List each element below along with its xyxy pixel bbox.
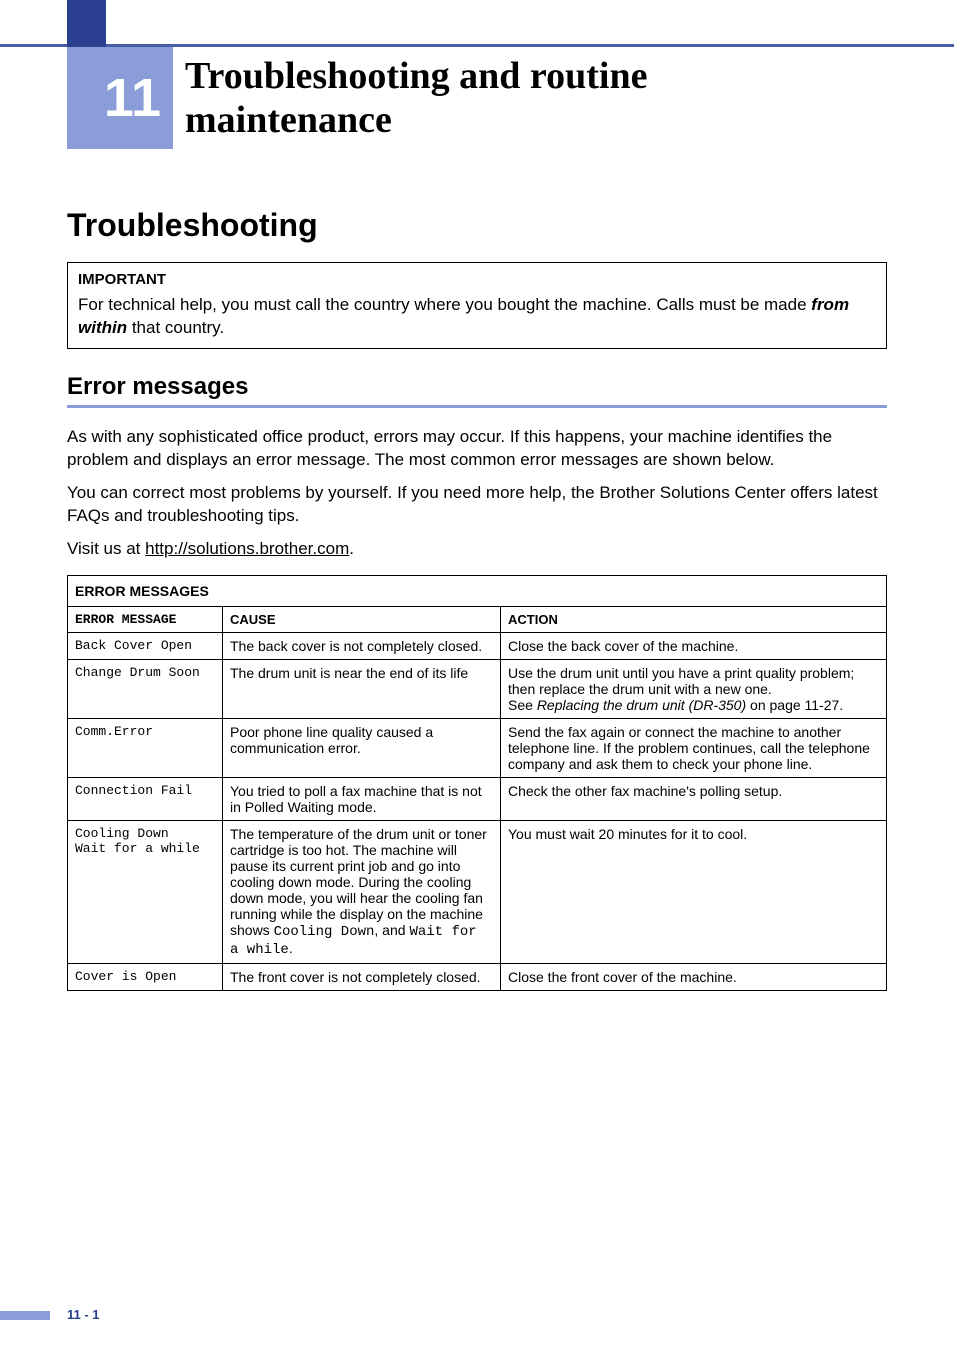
cell-message: Cooling Down Wait for a while bbox=[68, 820, 223, 963]
cell-cause: Poor phone line quality caused a communi… bbox=[223, 718, 501, 777]
header-action: ACTION bbox=[501, 606, 887, 632]
header-cause: CAUSE bbox=[223, 606, 501, 632]
cause-mono1: Cooling Down bbox=[274, 924, 375, 940]
table-row: Back Cover Open The back cover is not co… bbox=[68, 632, 887, 659]
paragraph-3: Visit us at http://solutions.brother.com… bbox=[67, 538, 887, 561]
cell-cause: You tried to poll a fax machine that is … bbox=[223, 777, 501, 820]
cell-message: Back Cover Open bbox=[68, 632, 223, 659]
cell-message: Connection Fail bbox=[68, 777, 223, 820]
cell-action: Close the front cover of the machine. bbox=[501, 963, 887, 990]
cell-action: Close the back cover of the machine. bbox=[501, 632, 887, 659]
important-text-part2: that country. bbox=[127, 318, 224, 337]
chapter-title-line1: Troubleshooting and routine bbox=[185, 55, 647, 97]
cell-message: Comm.Error bbox=[68, 718, 223, 777]
cell-action: Check the other fax machine's polling se… bbox=[501, 777, 887, 820]
message-line2: Wait for a while bbox=[75, 841, 200, 856]
para3-prefix: Visit us at bbox=[67, 539, 145, 558]
error-messages-table: ERROR MESSAGES ERROR MESSAGE CAUSE ACTIO… bbox=[67, 575, 887, 991]
top-bar bbox=[0, 0, 954, 47]
chapter-header: 11 Troubleshooting and routine maintenan… bbox=[0, 47, 954, 149]
important-label: IMPORTANT bbox=[78, 271, 876, 288]
cell-action: Send the fax again or connect the machin… bbox=[501, 718, 887, 777]
header-message: ERROR MESSAGE bbox=[68, 606, 223, 632]
para3-suffix: . bbox=[349, 539, 354, 558]
page-footer: 11 - 1 bbox=[0, 1306, 954, 1320]
table-row: Cover is Open The front cover is not com… bbox=[68, 963, 887, 990]
chapter-title-line2: maintenance bbox=[185, 99, 392, 141]
paragraph-1: As with any sophisticated office product… bbox=[67, 426, 887, 472]
cell-action: You must wait 20 minutes for it to cool. bbox=[501, 820, 887, 963]
page-number: 11 - 1 bbox=[67, 1307, 100, 1322]
cause-part1: The temperature of the drum unit or tone… bbox=[230, 826, 487, 938]
table-caption: ERROR MESSAGES bbox=[68, 575, 887, 606]
table-row: Change Drum Soon The drum unit is near t… bbox=[68, 659, 887, 718]
table-row: Cooling Down Wait for a while The temper… bbox=[68, 820, 887, 963]
table-row: Connection Fail You tried to poll a fax … bbox=[68, 777, 887, 820]
table-row: Comm.Error Poor phone line quality cause… bbox=[68, 718, 887, 777]
cause-part2: , and bbox=[374, 922, 409, 938]
content-area: Troubleshooting IMPORTANT For technical … bbox=[0, 207, 954, 991]
cause-part3: . bbox=[289, 940, 293, 956]
heading-underline bbox=[67, 405, 887, 408]
table-caption-row: ERROR MESSAGES bbox=[68, 575, 887, 606]
blue-tab bbox=[67, 0, 106, 47]
important-text: For technical help, you must call the co… bbox=[78, 294, 876, 340]
action-line1: Use the drum unit until you have a print… bbox=[508, 665, 854, 697]
solutions-link[interactable]: http://solutions.brother.com bbox=[145, 539, 349, 558]
action-line2-suffix: on page 11-27. bbox=[746, 697, 843, 713]
cell-cause: The front cover is not completely closed… bbox=[223, 963, 501, 990]
error-messages-heading: Error messages bbox=[67, 373, 887, 405]
important-text-part1: For technical help, you must call the co… bbox=[78, 295, 811, 314]
action-line2-prefix: See bbox=[508, 697, 537, 713]
message-line1: Cooling Down bbox=[75, 826, 169, 841]
cell-cause: The drum unit is near the end of its lif… bbox=[223, 659, 501, 718]
cell-action: Use the drum unit until you have a print… bbox=[501, 659, 887, 718]
troubleshooting-heading: Troubleshooting bbox=[67, 207, 887, 244]
chapter-number-box: 11 bbox=[67, 47, 173, 149]
action-line2-italic: Replacing the drum unit (DR-350) bbox=[537, 697, 746, 713]
cell-cause: The temperature of the drum unit or tone… bbox=[223, 820, 501, 963]
cell-cause: The back cover is not completely closed. bbox=[223, 632, 501, 659]
important-box: IMPORTANT For technical help, you must c… bbox=[67, 262, 887, 349]
table-header-row: ERROR MESSAGE CAUSE ACTION bbox=[68, 606, 887, 632]
cell-message: Cover is Open bbox=[68, 963, 223, 990]
paragraph-2: You can correct most problems by yoursel… bbox=[67, 482, 887, 528]
chapter-number: 11 bbox=[104, 67, 161, 129]
footer-bar bbox=[0, 1311, 50, 1320]
chapter-title: Troubleshooting and routine maintenance bbox=[173, 47, 647, 149]
cell-message: Change Drum Soon bbox=[68, 659, 223, 718]
